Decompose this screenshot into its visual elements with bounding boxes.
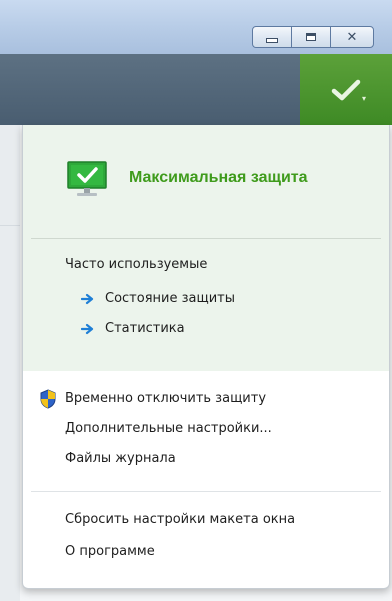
- minimize-icon: [266, 37, 278, 43]
- menu-item-protection-state[interactable]: Состояние защиты: [105, 290, 235, 308]
- frequent-heading: Часто используемые: [65, 257, 208, 272]
- protection-status-row[interactable]: Максимальная защита: [23, 155, 389, 203]
- menu-separator: [31, 238, 381, 239]
- content-panel-edge: [0, 125, 20, 601]
- menu-item-statistics[interactable]: Статистика: [105, 320, 185, 338]
- screen: ✕ ▾ Максимальная защита Часто используем…: [0, 0, 392, 601]
- arrow-right-icon: [81, 293, 94, 305]
- app-header: ▾: [0, 54, 392, 125]
- uac-shield-icon: [40, 389, 56, 409]
- menu-item-disable-protection[interactable]: Временно отключить защиту: [65, 390, 266, 408]
- arrow-right-icon: [81, 323, 94, 335]
- menu-item-about[interactable]: О программе: [65, 543, 155, 561]
- window-title-bar: ✕: [0, 0, 392, 54]
- protection-status-button[interactable]: ▾: [300, 54, 392, 125]
- close-button[interactable]: ✕: [330, 26, 374, 48]
- menu-item-reset-layout[interactable]: Сбросить настройки макета окна: [65, 511, 295, 529]
- protection-status-title: Максимальная защита: [129, 169, 308, 186]
- menu-item-advanced-settings[interactable]: Дополнительные настройки...: [65, 420, 272, 438]
- minimize-button[interactable]: [252, 26, 292, 48]
- divider: [0, 225, 20, 226]
- maximize-button[interactable]: [291, 26, 331, 48]
- window-controls: ✕: [252, 26, 374, 48]
- checkmark-icon: [331, 79, 361, 100]
- monitor-check-icon: [67, 161, 107, 196]
- maximize-icon: [306, 33, 316, 41]
- menu-separator: [31, 491, 381, 492]
- close-icon: ✕: [346, 29, 358, 45]
- menu-item-log-files[interactable]: Файлы журнала: [65, 450, 176, 468]
- protection-menu: Максимальная защита Часто используемые С…: [22, 125, 390, 589]
- chevron-down-icon: ▾: [361, 94, 366, 103]
